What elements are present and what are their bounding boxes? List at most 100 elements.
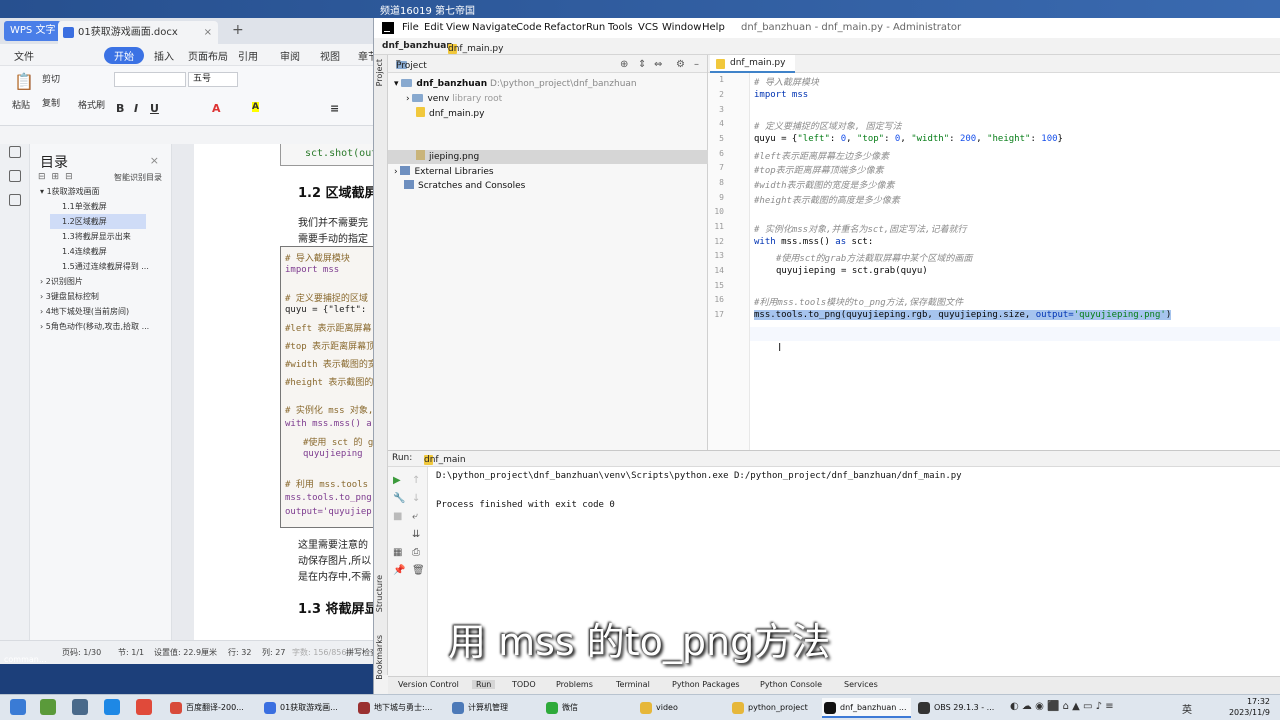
font-color-button[interactable]: A [212, 102, 221, 115]
taskbar-app[interactable]: 百度翻译-200... [168, 698, 244, 718]
stop-icon[interactable]: ■ [393, 511, 402, 522]
print-icon[interactable]: ⎙ [412, 547, 420, 558]
code-line-14[interactable]: quyujieping = sct.grab(quyu) [776, 266, 928, 276]
toc-item[interactable]: ▾ 1获取游戏画面 [40, 184, 100, 199]
wps-doc-tab[interactable]: 01获取游戏画面.docx × [58, 21, 218, 44]
menu-view[interactable]: 视图 [320, 48, 340, 63]
toc-panel-icon[interactable] [9, 146, 21, 158]
breadcrumb-project[interactable]: dnf_banzhuan [382, 41, 453, 51]
format-painter-button[interactable]: 格式刷 [78, 98, 105, 111]
tree-item-venv[interactable]: › venv library root [406, 92, 502, 106]
toc-item[interactable]: 1.5通过连续截屏得到 ... [62, 259, 149, 274]
down-icon[interactable]: ↓ [412, 493, 420, 504]
document-page[interactable]: sct.shot(out 1.2 区域截屏 我们并不需要完 需要手动的指定 # … [194, 144, 380, 640]
tool-tab-todo[interactable]: TODO [512, 680, 536, 689]
taskbar-app[interactable]: OBS 29.1.3 - ... [916, 698, 994, 718]
code-line-12[interactable]: with mss.mss() as sct: [754, 237, 873, 247]
menu-tools[interactable]: Tools [608, 22, 633, 33]
side-tab-bookmarks[interactable]: Bookmarks [375, 635, 384, 680]
smart-toc-button[interactable]: 智能识别目录 [114, 172, 162, 183]
menu-review[interactable]: 审阅 [280, 48, 300, 63]
underline-button[interactable]: U [150, 102, 159, 115]
tree-item-jieping[interactable]: jieping.png [416, 150, 479, 164]
cut-button[interactable]: 剪切 [42, 72, 60, 85]
side-tab-project[interactable]: Project [375, 59, 384, 86]
menu-run[interactable]: Run [586, 22, 605, 33]
toc-item[interactable]: › 4地下城处理(当前房间) [40, 304, 129, 319]
collapse-all-icon[interactable]: ⇔ [654, 59, 662, 70]
expand-all-icon[interactable]: ⇕ [638, 59, 646, 70]
tool-tab-run[interactable]: Run [472, 680, 496, 689]
gear-icon[interactable]: ⚙ [676, 59, 685, 70]
tool-tab-problems[interactable]: Problems [556, 680, 593, 689]
toc-item-selected[interactable]: 1.2区域截屏 [50, 214, 146, 229]
code-line-8[interactable]: #width表示截图的宽度是多少像素 [754, 178, 895, 191]
bookmark-icon[interactable] [9, 194, 21, 206]
toc-tool-icons[interactable]: ⊟⊞⊟ [38, 172, 79, 182]
taskbar-app[interactable]: 地下城与勇士:... [356, 698, 432, 718]
code-line-7[interactable]: #top表示距离屏幕顶端多少像素 [754, 163, 884, 176]
tree-item-dnf-main[interactable]: dnf_main.py [416, 107, 484, 121]
soft-wrap-icon[interactable]: ⤶ [412, 511, 418, 522]
code-line-5[interactable]: quyu = {"left": 0, "top": 0, "width": 20… [754, 134, 1063, 144]
code-line-2[interactable]: import mss [754, 90, 808, 100]
wps-app-tab[interactable]: WPS 文字 [4, 21, 62, 41]
menu-view[interactable]: View [446, 22, 470, 33]
explorer-icon[interactable] [72, 699, 88, 715]
minimize-icon[interactable]: – [694, 59, 699, 70]
locate-icon[interactable]: ⊕ [620, 59, 628, 70]
project-panel-title[interactable]: Project ▾ [396, 58, 427, 71]
font-name-select[interactable] [114, 72, 186, 87]
tool-tab-python-console[interactable]: Python Console [760, 680, 822, 689]
tree-item-root[interactable]: ▾ dnf_banzhuan D:\python_project\dnf_ban… [394, 77, 637, 91]
taskbar-app[interactable]: 微信 [544, 698, 578, 718]
menu-navigate[interactable]: Navigate [472, 22, 517, 33]
code-line-1[interactable]: # 导入截屏模块 [754, 75, 819, 88]
toc-item[interactable]: › 2识别图片 [40, 274, 83, 289]
pin-icon[interactable]: 📌 [393, 565, 405, 576]
start-icon[interactable] [10, 699, 26, 715]
font-size-select[interactable]: 五号 [188, 72, 238, 87]
tray-icons[interactable]: ◐ ☁ ◉ ⬛ ⌂ ▲ ▭ ♪ ≡ [1010, 701, 1114, 712]
taskbar-app[interactable]: video [638, 698, 678, 718]
copy-button[interactable]: 复制 [42, 96, 60, 109]
side-tab-structure[interactable]: Structure [375, 575, 384, 612]
toc-item[interactable]: 1.1单张截屏 [62, 199, 107, 214]
italic-button[interactable]: I [134, 102, 138, 115]
toc-item[interactable]: 1.3将截屏显示出来 [62, 229, 131, 244]
bold-button[interactable]: B [116, 102, 124, 115]
code-line-9[interactable]: #height表示截图的高度是多少像素 [754, 193, 900, 206]
tool-tab-version-control[interactable]: Version Control [398, 680, 459, 689]
code-line-13[interactable]: #使用sct的grab方法截取屏幕中某个区域的画面 [776, 251, 972, 264]
code-line-4[interactable]: # 定义要捕捉的区域对象, 固定写法 [754, 119, 902, 132]
input-language[interactable]: 英 [1182, 701, 1192, 716]
pages-icon[interactable] [9, 170, 21, 182]
tree-item-external-libraries[interactable]: › External Libraries [394, 165, 494, 179]
paste-icon[interactable]: 📋 [14, 72, 34, 91]
code-line-11[interactable]: # 实例化mss对象,并重名为sct,固定写法,记着就行 [754, 222, 967, 235]
toc-item[interactable]: › 5角色动作(移动,攻击,拾取 ... [40, 319, 149, 334]
rerun-icon[interactable]: ▶ [393, 475, 401, 486]
code-line-16[interactable]: #利用mss.tools模块的to_png方法,保存截图文件 [754, 295, 963, 308]
taskbar-app[interactable]: 计算机管理 [450, 698, 508, 718]
menu-home[interactable]: 开始 [104, 47, 144, 64]
menu-vcs[interactable]: VCS [638, 22, 658, 33]
align-left-icon[interactable]: ≡ [330, 102, 339, 115]
app-icon[interactable] [40, 699, 56, 715]
wrench-icon[interactable]: 🔧 [393, 493, 405, 504]
taskbar-app[interactable]: 01获取游戏画... [262, 698, 338, 718]
menu-layout[interactable]: 页面布局 [188, 48, 228, 63]
toc-item[interactable]: › 3键盘鼠标控制 [40, 289, 99, 304]
trash-icon[interactable]: 🗑 [412, 565, 425, 576]
menu-edit[interactable]: Edit [424, 22, 443, 33]
toc-item[interactable]: 1.4连续截屏 [62, 244, 107, 259]
taskbar-app-active[interactable]: dnf_banzhuan ... [822, 698, 911, 718]
menu-window[interactable]: Window [662, 22, 701, 33]
tool-tab-services[interactable]: Services [844, 680, 878, 689]
scroll-end-icon[interactable]: ⇊ [412, 529, 420, 540]
close-icon[interactable]: × [150, 154, 159, 167]
code-line-17[interactable]: mss.tools.to_png(quyujieping.rgb, quyuji… [754, 310, 1172, 320]
menu-insert[interactable]: 插入 [154, 48, 174, 63]
tool-tab-terminal[interactable]: Terminal [616, 680, 650, 689]
up-icon[interactable]: ↑ [412, 475, 420, 486]
